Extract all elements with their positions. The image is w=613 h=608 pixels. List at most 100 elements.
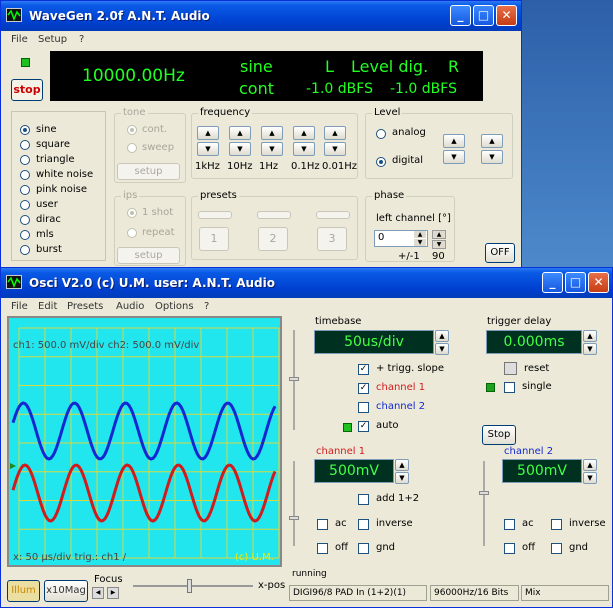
wavegen-menubar: File Setup ? xyxy=(1,31,521,49)
ch1-volts-up[interactable]: ▲ xyxy=(395,459,409,471)
off-button[interactable]: OFF xyxy=(485,243,515,263)
preset-1-button[interactable]: 1 xyxy=(199,227,229,251)
wavegen-titlebar[interactable]: WaveGen 2.0f A.N.T. Audio _ □ ✕ xyxy=(1,1,521,31)
freq-10hz-up-button[interactable]: ▲ xyxy=(229,126,251,140)
ch2-inverse-checkbox[interactable] xyxy=(551,519,562,530)
osci-stop-button[interactable]: Stop xyxy=(482,425,516,445)
osci-titlebar[interactable]: Osci V2.0 (c) U.M. user: A.N.T. Audio _ … xyxy=(1,268,612,298)
level-right-down-button[interactable]: ▼ xyxy=(481,150,503,164)
focus-scroll-left[interactable]: ◀ xyxy=(92,587,104,599)
level-left-down-button[interactable]: ▼ xyxy=(443,150,465,164)
freq-0p01hz-up-button[interactable]: ▲ xyxy=(324,126,346,140)
ch2-volts-down[interactable]: ▼ xyxy=(583,472,597,484)
osci-menu-presets[interactable]: Presets xyxy=(67,301,103,312)
reset-button-box[interactable] xyxy=(504,362,517,375)
ch1-volts-down[interactable]: ▼ xyxy=(395,472,409,484)
freq-0p1hz-down-button[interactable]: ▼ xyxy=(293,142,315,156)
level-left-up-button[interactable]: ▲ xyxy=(443,134,465,148)
waveform-radio-white-noise[interactable] xyxy=(20,170,30,180)
phase-spin-down[interactable]: ▼ xyxy=(414,239,426,246)
preset-2-button[interactable]: 2 xyxy=(258,227,288,251)
freq-1khz-up-button[interactable]: ▲ xyxy=(197,126,219,140)
timebase-down[interactable]: ▼ xyxy=(435,343,449,355)
channel2-checkbox[interactable] xyxy=(358,402,369,413)
osci-menu-options[interactable]: Options xyxy=(155,301,194,312)
osci-menu-audio[interactable]: Audio xyxy=(116,301,144,312)
preset-3-button[interactable]: 3 xyxy=(317,227,347,251)
run-led xyxy=(21,58,30,67)
freq-1khz-down-button[interactable]: ▼ xyxy=(197,142,219,156)
ch1-gnd-checkbox[interactable] xyxy=(358,543,369,554)
focus-scroll-right[interactable]: ▶ xyxy=(107,587,119,599)
phase-step-up[interactable]: ▲ xyxy=(432,230,446,239)
ips-setup-button[interactable]: setup xyxy=(117,247,180,264)
level-digital-radio[interactable] xyxy=(376,157,386,167)
waveform-radio-user[interactable] xyxy=(20,200,30,210)
phase-spin-up[interactable]: ▲ xyxy=(414,231,426,238)
tone-sweep-radio[interactable] xyxy=(127,143,137,153)
maximize-button[interactable]: □ xyxy=(473,5,494,26)
osci-menu-edit[interactable]: Edit xyxy=(38,301,57,312)
waveform-radio-triangle[interactable] xyxy=(20,155,30,165)
channel1-checkbox[interactable]: ✓ xyxy=(358,383,369,394)
ch1-off-checkbox[interactable] xyxy=(317,543,328,554)
osci-menu-file[interactable]: File xyxy=(11,301,28,312)
trigger-delay-down[interactable]: ▼ xyxy=(583,343,597,355)
tone-cont-radio[interactable] xyxy=(127,125,137,135)
preset-store-3-button[interactable] xyxy=(316,211,350,219)
tone-setup-button[interactable]: setup xyxy=(117,163,180,180)
auto-checkbox[interactable]: ✓ xyxy=(358,421,369,432)
ch2-volts-up[interactable]: ▲ xyxy=(583,459,597,471)
freq-1hz-down-button[interactable]: ▼ xyxy=(261,142,283,156)
waveform-radio-burst[interactable] xyxy=(20,245,30,255)
menu-setup[interactable]: Setup xyxy=(38,34,67,45)
ch1-vertical-slider-thumb[interactable] xyxy=(289,516,299,520)
menu-file[interactable]: File xyxy=(11,34,28,45)
level-caption: Level xyxy=(372,107,403,118)
waveform-radio-pink-noise[interactable] xyxy=(20,185,30,195)
osci-close-button[interactable]: ✕ xyxy=(588,272,609,293)
trigger-slope-checkbox[interactable]: ✓ xyxy=(358,364,369,375)
ips-oneshot-radio[interactable] xyxy=(127,208,137,218)
waveform-radio-square[interactable] xyxy=(20,140,30,150)
ch2-vertical-slider-track[interactable] xyxy=(483,461,485,546)
level-analog-radio[interactable] xyxy=(376,129,386,139)
xpos-slider-track[interactable] xyxy=(133,585,253,587)
ch2-ac-checkbox[interactable] xyxy=(504,519,515,530)
ch1-ac-label: ac xyxy=(335,518,347,529)
freq-0p01hz-down-button[interactable]: ▼ xyxy=(324,142,346,156)
menu-help[interactable]: ? xyxy=(79,34,84,45)
xpos-slider-thumb[interactable] xyxy=(187,579,192,593)
freq-10hz-down-button[interactable]: ▼ xyxy=(229,142,251,156)
level-right-up-button[interactable]: ▲ xyxy=(481,134,503,148)
ch1-vertical-slider-track[interactable] xyxy=(293,461,295,546)
left-vertical-slider-thumb[interactable] xyxy=(289,377,299,381)
add-checkbox[interactable] xyxy=(358,494,369,505)
waveform-radio-dirac[interactable] xyxy=(20,215,30,225)
illum-button[interactable]: Illum xyxy=(7,580,40,602)
ch1-inverse-checkbox[interactable] xyxy=(358,519,369,530)
osci-minimize-button[interactable]: _ xyxy=(542,272,563,293)
close-button[interactable]: ✕ xyxy=(496,5,517,26)
waveform-radio-sine[interactable] xyxy=(20,125,30,135)
osci-maximize-button[interactable]: □ xyxy=(565,272,586,293)
trigger-delay-up[interactable]: ▲ xyxy=(583,330,597,342)
ips-repeat-radio[interactable] xyxy=(127,228,137,238)
freq-0p1hz-up-button[interactable]: ▲ xyxy=(293,126,315,140)
preset-store-1-button[interactable] xyxy=(198,211,232,219)
ch2-vertical-slider-thumb[interactable] xyxy=(479,491,489,495)
freq-1hz-up-button[interactable]: ▲ xyxy=(261,126,283,140)
ch1-ac-checkbox[interactable] xyxy=(317,519,328,530)
preset-store-2-button[interactable] xyxy=(257,211,291,219)
stop-button[interactable]: stop xyxy=(11,79,43,101)
status-format: 96000Hz/16 Bits xyxy=(430,585,519,601)
single-checkbox[interactable] xyxy=(504,382,515,393)
x10mag-button[interactable]: x10Mag xyxy=(44,580,88,602)
ch2-gnd-checkbox[interactable] xyxy=(551,543,562,554)
waveform-radio-mls[interactable] xyxy=(20,230,30,240)
minimize-button[interactable]: _ xyxy=(450,5,471,26)
timebase-up[interactable]: ▲ xyxy=(435,330,449,342)
phase-step-down[interactable]: ▼ xyxy=(432,240,446,249)
ch2-off-checkbox[interactable] xyxy=(504,543,515,554)
osci-menu-help[interactable]: ? xyxy=(204,301,209,312)
